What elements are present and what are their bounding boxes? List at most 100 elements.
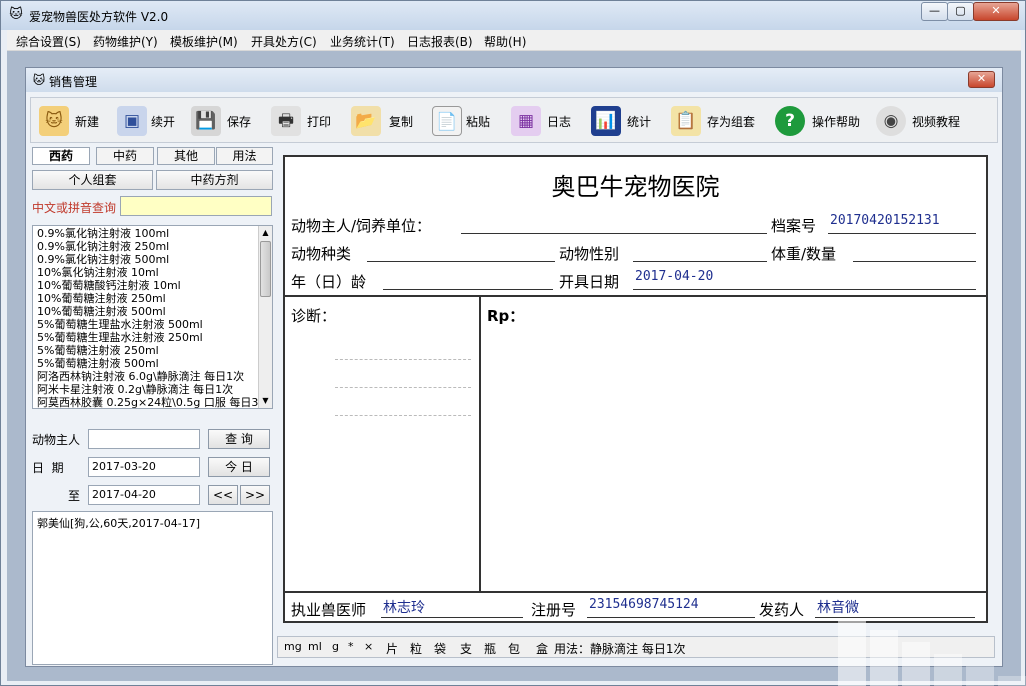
list-item[interactable]: 10%氯化钠注射液 10ml — [37, 266, 159, 279]
tab-western-medicine[interactable]: 西药 — [32, 147, 90, 165]
title-bar: 🐱 爱宠物兽医处方软件 V2.0 — ▢ ✕ — [1, 1, 1025, 30]
rp-area[interactable] — [483, 297, 983, 589]
cat-face-icon: 🐱 — [39, 106, 69, 136]
paste-button[interactable]: 📄 粘贴 — [432, 104, 498, 138]
tab-chinese-medicine[interactable]: 中药 — [96, 147, 154, 165]
list-item[interactable]: 10%葡萄糖酸钙注射液 10ml — [37, 279, 181, 292]
menu-help[interactable]: 帮助(H) — [484, 33, 526, 50]
list-item[interactable]: 0.9%氯化钠注射液 500ml — [37, 253, 169, 266]
unit-star[interactable]: * — [348, 640, 354, 653]
unit-pack[interactable]: 包 — [508, 640, 520, 657]
copy-button[interactable]: 📂 复制 — [351, 104, 417, 138]
weight-line[interactable] — [853, 261, 976, 262]
close-button[interactable]: ✕ — [973, 2, 1019, 21]
log-button[interactable]: ▦ 日志 — [511, 104, 577, 138]
list-item[interactable]: 10%葡萄糖注射液 250ml — [37, 292, 166, 305]
toolbar: 🐱 新建 ▣ 续开 💾 保存 🖶 打印 📂 复制 📄 粘贴 ▦ 日志 📊 统计 … — [30, 97, 998, 143]
footer-divider — [285, 591, 986, 593]
registration-label: 注册号 — [531, 601, 577, 619]
query-button[interactable]: 查 询 — [208, 429, 270, 449]
list-item[interactable]: 5%葡萄糖生理盐水注射液 500ml — [37, 318, 203, 331]
floppy-disk-icon: 💾 — [191, 106, 221, 136]
species-line[interactable] — [367, 261, 555, 262]
menu-reports[interactable]: 日志报表(B) — [407, 33, 473, 50]
list-item[interactable]: 0.9%氯化钠注射液 250ml — [37, 240, 169, 253]
weight-label: 体重/数量 — [771, 245, 837, 263]
list-item[interactable]: 5%葡萄糖注射液 500ml — [37, 357, 159, 370]
list-item[interactable]: 0.9%氯化钠注射液 100ml — [37, 227, 169, 240]
usage-text[interactable]: 用法：静脉滴注 每日1次 — [554, 640, 685, 657]
list-item[interactable]: 5%葡萄糖注射液 250ml — [37, 344, 159, 357]
tab-other[interactable]: 其他 — [157, 147, 215, 165]
menu-statistics[interactable]: 业务统计(T) — [330, 33, 395, 50]
printer-icon: 🖶 — [271, 106, 301, 136]
vet-value[interactable]: 林志玲 — [383, 597, 425, 617]
list-item[interactable]: 阿洛西林钠注射液 6.0g\静脉滴注 每日1次 — [37, 370, 244, 383]
date-to-label: 至 — [68, 489, 81, 503]
scroll-up-icon[interactable]: ▲ — [259, 226, 272, 240]
hospital-name: 奥巴牛宠物医院 — [551, 173, 720, 201]
sales-window: 🐱 销售管理 ✕ 🐱 新建 ▣ 续开 💾 保存 🖶 打印 📂 复制 📄 粘贴 ▦… — [25, 67, 1003, 667]
sales-window-title-bar: 🐱 销售管理 ✕ — [26, 68, 1002, 92]
sales-window-close-button[interactable]: ✕ — [968, 71, 995, 88]
menu-drugs[interactable]: 药物维护(Y) — [93, 33, 158, 50]
menu-prescribe[interactable]: 开具处方(C) — [251, 33, 317, 50]
scroll-down-icon[interactable]: ▼ — [259, 394, 272, 408]
unit-ml[interactable]: ml — [308, 640, 322, 653]
unit-tablet[interactable]: 片 — [386, 640, 398, 657]
prescription-form: 奥巴牛宠物医院 动物主人/饲养单位： 档案号 20170420152131 动物… — [283, 155, 988, 623]
search-input[interactable] — [120, 196, 272, 216]
unit-capsule[interactable]: 粒 — [410, 640, 422, 657]
scroll-thumb[interactable] — [260, 241, 271, 297]
cd-icon: ◉ — [876, 106, 906, 136]
new-button[interactable]: 🐱 新建 — [39, 104, 109, 138]
list-item[interactable]: 郭美仙[狗,公,60天,2017-04-17] — [37, 515, 200, 531]
owner-field-line[interactable] — [461, 233, 767, 234]
unit-bag[interactable]: 袋 — [434, 640, 446, 657]
record-number-value[interactable]: 20170420152131 — [830, 213, 940, 228]
today-button[interactable]: 今 日 — [208, 457, 270, 477]
save-button[interactable]: 💾 保存 — [191, 104, 257, 138]
print-button[interactable]: 🖶 打印 — [271, 104, 337, 138]
personal-set-button[interactable]: 个人组套 — [32, 170, 153, 190]
issue-date-line — [633, 289, 976, 290]
prev-button[interactable]: << — [208, 485, 238, 505]
next-button[interactable]: >> — [240, 485, 270, 505]
list-item[interactable]: 阿米卡星注射液 0.2g\静脉滴注 每日1次 — [37, 383, 233, 396]
unit-mg[interactable]: mg — [284, 640, 302, 653]
continue-button[interactable]: ▣ 续开 — [117, 104, 183, 138]
unit-box[interactable]: 盒 — [536, 640, 548, 657]
age-line[interactable] — [383, 289, 553, 290]
help-icon: ? — [775, 106, 805, 136]
date-from-input[interactable]: 2017-03-20 — [88, 457, 200, 477]
dispenser-value[interactable]: 林音微 — [817, 597, 859, 617]
chinese-formula-button[interactable]: 中药方剂 — [156, 170, 273, 190]
drug-list[interactable]: 0.9%氯化钠注射液 100ml 0.9%氯化钠注射液 250ml 0.9%氯化… — [32, 225, 273, 409]
operation-help-button[interactable]: ? 操作帮助 — [775, 104, 867, 138]
issue-date-value[interactable]: 2017-04-20 — [635, 269, 713, 284]
menu-settings[interactable]: 综合设置(S) — [16, 33, 81, 50]
unit-bottle[interactable]: 瓶 — [484, 640, 496, 657]
diagnosis-area[interactable] — [287, 297, 477, 589]
statistics-button[interactable]: 📊 统计 — [591, 104, 657, 138]
tab-usage[interactable]: 用法 — [216, 147, 273, 165]
save-as-set-button[interactable]: 📋 存为组套 — [671, 104, 765, 138]
list-item[interactable]: 10%葡萄糖注射液 500ml — [37, 305, 166, 318]
unit-ampoule[interactable]: 支 — [460, 640, 472, 657]
drug-list-scrollbar[interactable]: ▲ ▼ — [258, 226, 272, 408]
date-to-input[interactable]: 2017-04-20 — [88, 485, 200, 505]
menu-templates[interactable]: 模板维护(M) — [170, 33, 238, 50]
minimize-button[interactable]: — — [921, 2, 948, 21]
sex-line[interactable] — [633, 261, 767, 262]
window-cat-icon: 🐱 — [32, 73, 46, 87]
list-item[interactable]: 5%葡萄糖生理盐水注射液 250ml — [37, 331, 203, 344]
sales-window-title: 销售管理 — [49, 75, 98, 89]
maximize-button[interactable]: ▢ — [947, 2, 974, 21]
video-tutorial-button[interactable]: ◉ 视频教程 — [876, 104, 972, 138]
registration-value[interactable]: 23154698745124 — [589, 597, 699, 612]
owner-input[interactable] — [88, 429, 200, 449]
list-item[interactable]: 阿莫西林胶囊 0.25g×24粒\0.5g 口服 每日3 — [37, 396, 258, 408]
result-list[interactable]: 郭美仙[狗,公,60天,2017-04-17] — [32, 511, 273, 665]
unit-times[interactable]: × — [364, 640, 373, 653]
unit-g[interactable]: g — [332, 640, 339, 653]
